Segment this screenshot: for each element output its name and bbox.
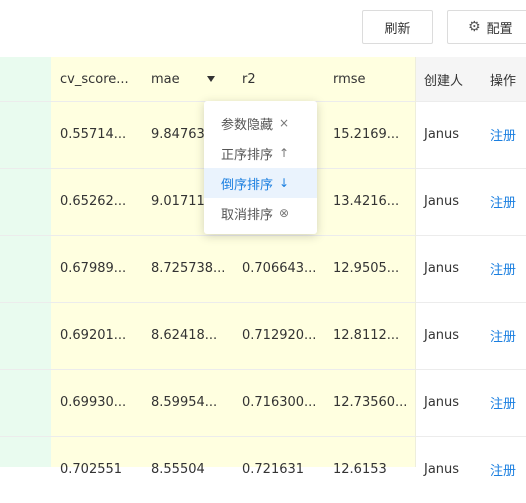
register-link[interactable]: 注册 [490, 393, 516, 412]
register-link[interactable]: 注册 [490, 259, 516, 278]
header-r2[interactable]: r2 [233, 57, 324, 101]
cell-r2: 0.712920... [242, 328, 317, 343]
register-link[interactable]: 注册 [490, 192, 516, 211]
cancel-circle-icon: ⊗ [279, 206, 290, 220]
action-cell: 注册 [481, 369, 526, 436]
cell-r2: 0.721631 [242, 462, 305, 477]
cell-mae: 8.55504 [151, 462, 205, 477]
column-cv-score: cv_score... 0.55714... 0.65262... 0.6798… [51, 57, 142, 477]
header-rmse[interactable]: rmse [324, 57, 415, 101]
register-link[interactable]: 注册 [490, 326, 516, 345]
close-icon: × [279, 116, 290, 130]
leading-column [0, 57, 51, 467]
row-divider [0, 369, 526, 370]
cell-cv-score: 0.702551 [60, 462, 123, 477]
column-creator: 创建人 Janus Janus Janus Janus Janus Janus [415, 57, 481, 477]
header-mae-label: mae [151, 71, 180, 87]
menu-item-cancel-sort[interactable]: 取消排序 ⊗ [204, 198, 317, 228]
cell-creator: Janus [424, 395, 460, 410]
menu-item-label: 取消排序 [221, 207, 274, 223]
refresh-button[interactable]: 刷新 [362, 10, 433, 44]
cell-cv-score: 0.65262... [60, 194, 127, 209]
register-link[interactable]: 注册 [490, 460, 516, 479]
cell-rmse: 12.73560... [333, 395, 408, 410]
cell-creator: Janus [424, 462, 460, 477]
sort-triangle-icon[interactable] [207, 76, 215, 82]
menu-item-hide-param[interactable]: 参数隐藏 × [204, 108, 317, 138]
menu-item-label: 倒序排序 [221, 177, 274, 193]
row-divider [0, 302, 526, 303]
column-divider [415, 57, 416, 467]
menu-item-sort-desc[interactable]: 倒序排序 ↓ [204, 168, 317, 198]
cell-rmse: 12.9505... [333, 261, 400, 276]
header-creator: 创建人 [415, 57, 481, 101]
menu-item-label: 参数隐藏 [221, 117, 274, 133]
menu-item-sort-asc[interactable]: 正序排序 ↑ [204, 138, 317, 168]
cell-cv-score: 0.55714... [60, 127, 127, 142]
toolbar: 刷新 ⚙ 配置 [0, 0, 526, 57]
action-cell: 注册 [481, 235, 526, 302]
cell-creator: Janus [424, 261, 460, 276]
cell-rmse: 15.2169... [333, 127, 400, 142]
cell-mae: 8.62418... [151, 328, 218, 343]
action-cell: 注册 [481, 302, 526, 369]
header-mae[interactable]: mae [142, 57, 233, 101]
cell-cv-score: 0.69930... [60, 395, 127, 410]
column-sort-menu: 参数隐藏 × 正序排序 ↑ 倒序排序 ↓ 取消排序 ⊗ [204, 101, 317, 234]
row-divider [0, 235, 526, 236]
cell-rmse: 12.8112... [333, 328, 400, 343]
cell-cv-score: 0.67989... [60, 261, 127, 276]
refresh-button-label: 刷新 [384, 21, 411, 37]
arrow-up-icon: ↑ [279, 146, 290, 160]
cell-creator: Janus [424, 127, 460, 142]
header-cv-score[interactable]: cv_score... [51, 57, 142, 101]
arrow-down-icon: ↓ [279, 176, 290, 190]
cell-mae: 8.59954... [151, 395, 218, 410]
action-cell: 注册 [481, 436, 526, 503]
action-cell: 注册 [481, 168, 526, 235]
cell-creator: Janus [424, 328, 460, 343]
action-cell: 注册 [481, 101, 526, 168]
menu-item-label: 正序排序 [221, 147, 274, 163]
register-link[interactable]: 注册 [490, 125, 516, 144]
cell-rmse: 13.4216... [333, 194, 400, 209]
cell-cv-score: 0.69201... [60, 328, 127, 343]
gear-icon: ⚙ [468, 19, 481, 35]
cell-rmse: 12.6153 [333, 462, 387, 477]
config-button-label: 配置 [486, 21, 513, 37]
cell-r2: 0.706643... [242, 261, 317, 276]
header-action: 操作 [481, 57, 526, 101]
column-action: 操作 注册 注册 注册 注册 注册 注册 [481, 57, 526, 479]
row-divider [0, 436, 526, 437]
config-button[interactable]: ⚙ 配置 [447, 10, 526, 44]
column-rmse: rmse 15.2169... 13.4216... 12.9505... 12… [324, 57, 415, 477]
cell-creator: Janus [424, 194, 460, 209]
cell-mae: 8.725738... [151, 261, 226, 276]
cell-r2: 0.716300... [242, 395, 317, 410]
